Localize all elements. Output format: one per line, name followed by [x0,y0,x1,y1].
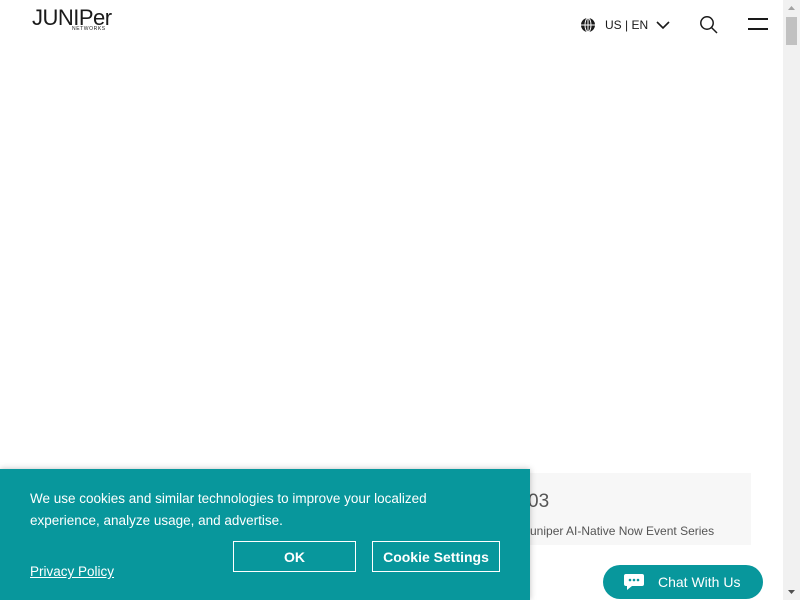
event-card[interactable]: 03 Juniper AI-Native Now Event Series [510,473,751,545]
site-header: JUNIPer NETWORKS US | EN [0,0,783,48]
menu-button[interactable] [747,15,769,35]
scroll-up-arrow-icon[interactable] [783,0,800,17]
cookie-ok-button[interactable]: OK [233,541,356,572]
page: JUNIPer NETWORKS US | EN 03 Juniper AI-N… [0,0,800,600]
privacy-policy-link[interactable]: Privacy Policy [30,563,114,581]
globe-icon [581,17,595,33]
vertical-scrollbar[interactable] [783,0,800,600]
scrollbar-thumb[interactable] [786,17,797,45]
cookie-message: We use cookies and similar technologies … [30,491,427,528]
cookie-settings-button[interactable]: Cookie Settings [372,541,500,572]
locale-selector[interactable]: US | EN [580,15,670,35]
search-icon [700,16,718,34]
chat-bubble-icon [624,574,644,590]
chat-with-us-button[interactable]: Chat With Us [603,565,763,599]
juniper-logo[interactable]: JUNIPer NETWORKS [32,7,122,35]
chevron-down-icon [656,21,670,30]
locale-label: US | EN [605,18,649,32]
event-title: Juniper AI-Native Now Event Series [524,524,715,538]
event-number: 03 [528,491,550,512]
search-button[interactable] [699,15,719,35]
chat-label: Chat With Us [658,574,741,590]
cookie-banner: We use cookies and similar technologies … [0,469,530,600]
hamburger-menu-icon [748,18,768,30]
logo-subtitle: NETWORKS [72,26,106,32]
scroll-down-arrow-icon[interactable] [783,583,800,600]
